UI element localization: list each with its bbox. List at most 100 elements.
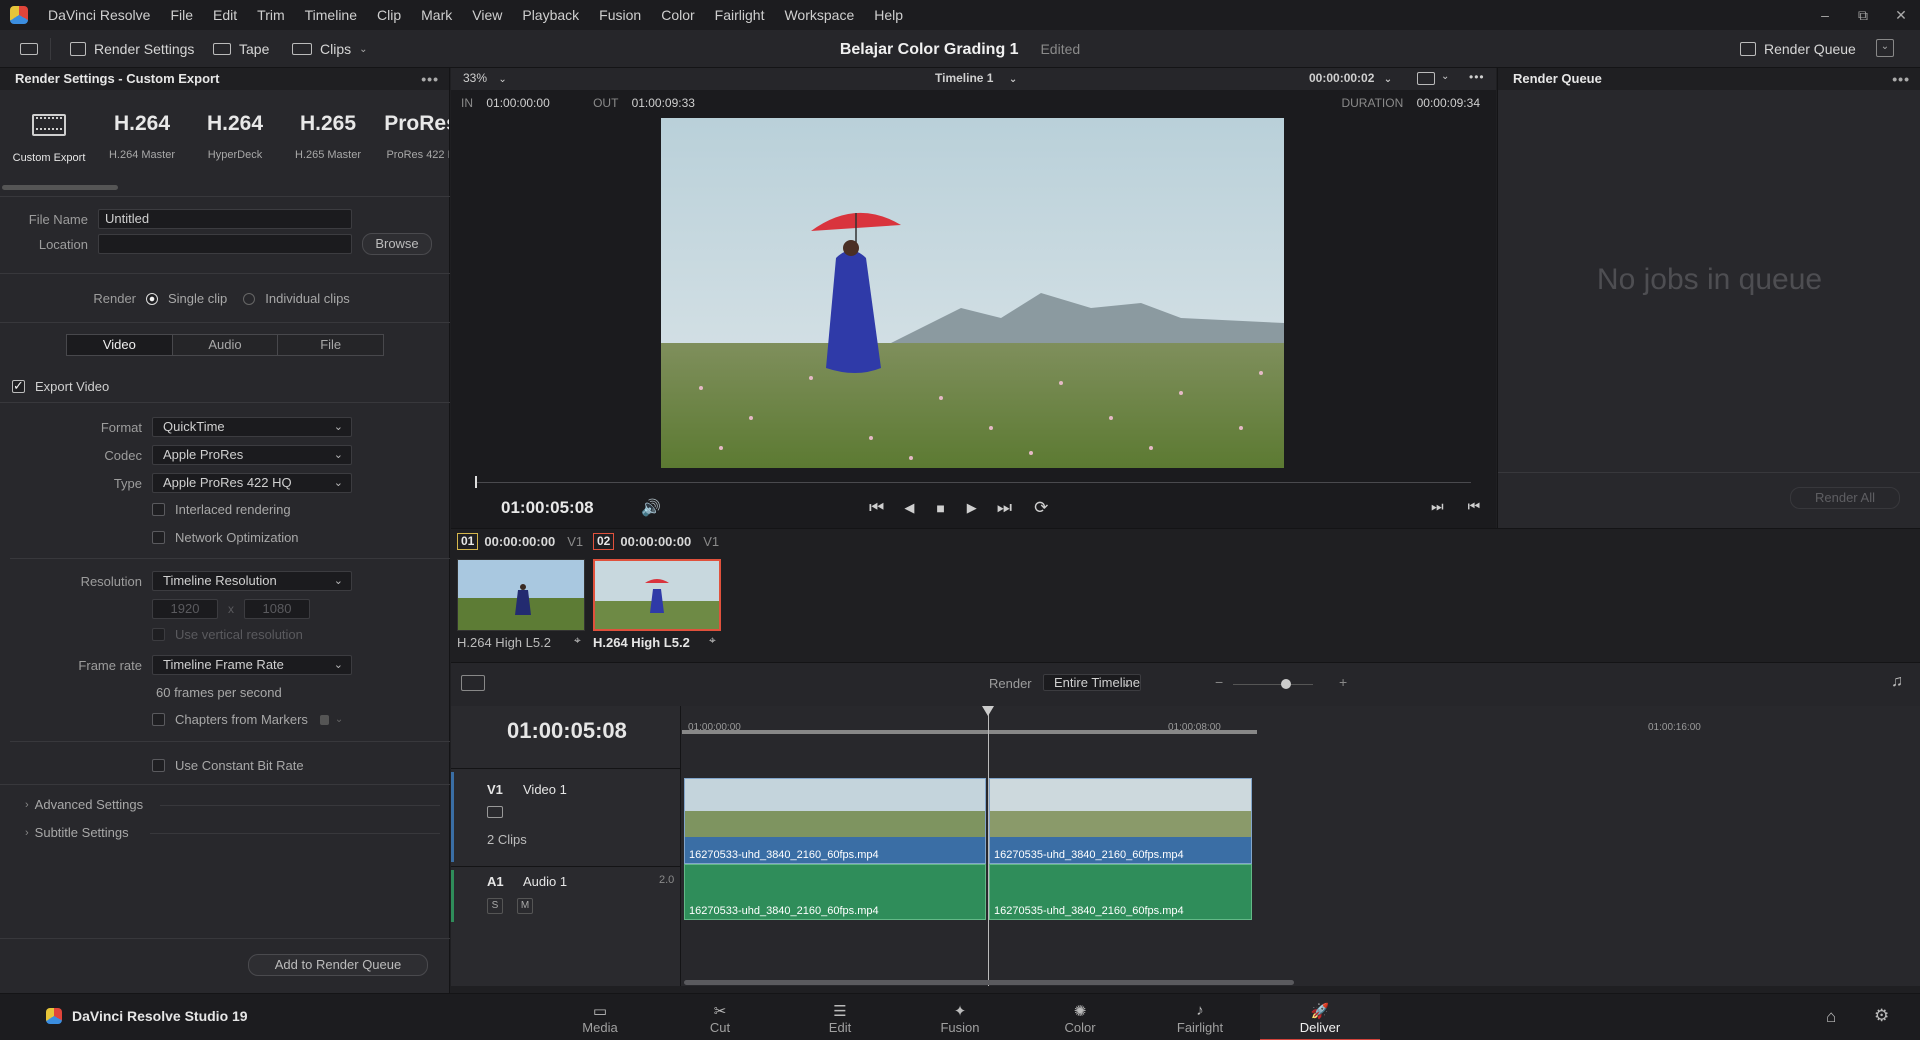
tab-video[interactable]: Video bbox=[67, 335, 173, 355]
preset-h264-master[interactable]: H.264 H.264 Master bbox=[96, 90, 188, 185]
page-fairlight[interactable]: ♪ Fairlight bbox=[1140, 994, 1260, 1040]
add-to-render-queue-button[interactable]: Add to Render Queue bbox=[248, 954, 428, 976]
page-media[interactable]: ▭ Media bbox=[540, 994, 660, 1040]
chevron-down-icon[interactable]: ⌄ bbox=[1441, 71, 1449, 82]
menu-clip[interactable]: Clip bbox=[367, 7, 411, 23]
export-video-checkbox[interactable] bbox=[12, 378, 25, 394]
menu-edit[interactable]: Edit bbox=[203, 7, 247, 23]
zoom-dropdown[interactable]: 33% ⌄ bbox=[463, 71, 507, 85]
scrollbar-thumb[interactable] bbox=[2, 185, 118, 190]
playhead-handle[interactable] bbox=[982, 706, 994, 716]
menu-mark[interactable]: Mark bbox=[411, 7, 462, 23]
preset-custom-export[interactable]: Custom Export bbox=[3, 90, 95, 185]
menu-app[interactable]: DaVinci Resolve bbox=[38, 7, 160, 23]
v1-track-name[interactable]: Video 1 bbox=[523, 782, 567, 797]
tape-button[interactable]: Tape bbox=[213, 30, 269, 68]
network-optimization-checkbox[interactable] bbox=[152, 531, 165, 544]
format-dropdown[interactable]: QuickTime ⌄ bbox=[152, 417, 352, 437]
loop-icon[interactable]: ⟳ bbox=[1034, 498, 1048, 518]
codec-dropdown[interactable]: Apple ProRes ⌄ bbox=[152, 445, 352, 465]
more-options-icon[interactable]: ••• bbox=[1892, 68, 1910, 90]
v1-clip-2[interactable]: 16270535-uhd_3840_2160_60fps.mp4 bbox=[989, 778, 1252, 864]
clips-button[interactable]: Clips ⌄ bbox=[292, 30, 368, 68]
collapse-icon[interactable]: ⌄ bbox=[1876, 39, 1894, 57]
type-dropdown[interactable]: Apple ProRes 422 HQ ⌄ bbox=[152, 473, 352, 493]
playhead[interactable] bbox=[988, 706, 989, 986]
browse-button[interactable]: Browse bbox=[362, 233, 432, 255]
prev-marker-icon[interactable]: ⏮ bbox=[1468, 498, 1481, 515]
menu-help[interactable]: Help bbox=[864, 7, 913, 23]
chapters-checkbox[interactable] bbox=[152, 713, 165, 726]
gear-icon[interactable]: ⚙ bbox=[1874, 1006, 1889, 1026]
zoom-slider-handle[interactable] bbox=[1281, 679, 1291, 689]
page-edit[interactable]: ☰ Edit bbox=[780, 994, 900, 1040]
jump-to-start-icon[interactable]: ⏮ bbox=[869, 498, 884, 518]
v1-clip-1[interactable]: 16270533-uhd_3840_2160_60fps.mp4 bbox=[684, 778, 986, 864]
chevron-down-icon[interactable]: ⌄ bbox=[335, 714, 343, 725]
page-cut[interactable]: ✂ Cut bbox=[660, 994, 780, 1040]
interlaced-checkbox[interactable] bbox=[152, 503, 165, 516]
marker-color-icon[interactable] bbox=[319, 714, 329, 725]
viewer-frame[interactable] bbox=[661, 118, 1284, 468]
preset-prores[interactable]: ProRes ProRes 422 H bbox=[375, 90, 449, 185]
menu-file[interactable]: File bbox=[160, 7, 203, 23]
layout-toggle-icon[interactable] bbox=[20, 30, 38, 68]
menu-trim[interactable]: Trim bbox=[247, 7, 294, 23]
play-icon[interactable]: ▶ bbox=[967, 500, 977, 516]
render-settings-button[interactable]: Render Settings bbox=[70, 30, 194, 68]
single-clip-radio[interactable] bbox=[146, 292, 158, 305]
subtitle-settings-toggle[interactable]: › Subtitle Settings bbox=[25, 825, 129, 840]
preset-hyperdeck[interactable]: H.264 HyperDeck bbox=[189, 90, 281, 185]
next-marker-icon[interactable]: ⏭ bbox=[1431, 498, 1444, 515]
page-color[interactable]: ✺ Color bbox=[1020, 994, 1140, 1040]
menu-fairlight[interactable]: Fairlight bbox=[705, 7, 775, 23]
zoom-in-icon[interactable]: + bbox=[1339, 674, 1347, 690]
frame-rate-dropdown[interactable]: Timeline Frame Rate ⌄ bbox=[152, 655, 352, 675]
home-icon[interactable]: ⌂ bbox=[1826, 1007, 1836, 1027]
resolution-dropdown[interactable]: Timeline Resolution ⌄ bbox=[152, 571, 352, 591]
menu-fusion[interactable]: Fusion bbox=[589, 7, 651, 23]
page-deliver[interactable]: 🚀 Deliver bbox=[1260, 994, 1380, 1040]
clip-1-thumbnail[interactable] bbox=[457, 559, 585, 631]
scrubber-handle[interactable] bbox=[475, 476, 477, 488]
timeline-options-icon[interactable] bbox=[461, 675, 485, 691]
tab-file[interactable]: File bbox=[278, 335, 383, 355]
constant-bitrate-checkbox[interactable] bbox=[152, 759, 165, 772]
zoom-slider[interactable] bbox=[1233, 684, 1313, 685]
more-options-icon[interactable]: ••• bbox=[421, 68, 439, 90]
viewer-timecode[interactable]: 00:00:00:02 ⌄ bbox=[1309, 71, 1392, 85]
close-icon[interactable]: ✕ bbox=[1882, 7, 1920, 24]
more-options-icon[interactable]: ••• bbox=[1469, 70, 1485, 84]
menu-color[interactable]: Color bbox=[651, 7, 704, 23]
minimize-icon[interactable]: – bbox=[1806, 7, 1844, 23]
jump-to-end-icon[interactable]: ⏭ bbox=[997, 498, 1012, 518]
preset-scrollbar[interactable] bbox=[0, 185, 449, 191]
timeline-ruler[interactable]: 01:00:00:00 01:00:08:00 01:00:16:00 bbox=[682, 706, 1920, 734]
render-range-dropdown[interactable]: Entire Timeline ⌄ bbox=[1043, 674, 1141, 691]
location-field[interactable] bbox=[98, 234, 352, 254]
clip-link-icon[interactable]: ⌖ bbox=[574, 633, 581, 648]
a1-clip-1[interactable]: 16270533-uhd_3840_2160_60fps.mp4 bbox=[684, 864, 986, 920]
preset-h265-master[interactable]: H.265 H.265 Master bbox=[282, 90, 374, 185]
viewer-options-icon[interactable] bbox=[1417, 72, 1435, 85]
clip-2-thumbnail[interactable] bbox=[593, 559, 721, 631]
render-queue-toggle[interactable]: Render Queue bbox=[1740, 30, 1856, 68]
render-all-button[interactable]: Render All bbox=[1790, 487, 1900, 509]
volume-icon[interactable]: 🔊 bbox=[641, 498, 661, 518]
zoom-out-icon[interactable]: − bbox=[1215, 674, 1223, 690]
a1-clip-2[interactable]: 16270535-uhd_3840_2160_60fps.mp4 bbox=[989, 864, 1252, 920]
viewer-scrubber[interactable] bbox=[476, 482, 1471, 483]
audio-meter-icon[interactable]: ♫ bbox=[1891, 673, 1903, 691]
file-name-field[interactable]: Untitled bbox=[98, 209, 352, 229]
mute-button[interactable]: M bbox=[517, 898, 533, 914]
clip-link-icon[interactable]: ⌖ bbox=[709, 633, 716, 648]
film-icon[interactable] bbox=[487, 806, 503, 818]
page-fusion[interactable]: ✦ Fusion bbox=[900, 994, 1020, 1040]
menu-workspace[interactable]: Workspace bbox=[774, 7, 864, 23]
menu-view[interactable]: View bbox=[462, 7, 512, 23]
individual-clips-radio[interactable] bbox=[243, 292, 256, 305]
a1-track-name[interactable]: Audio 1 bbox=[523, 874, 567, 889]
timeline-scrollbar[interactable] bbox=[684, 980, 1294, 985]
tab-audio[interactable]: Audio bbox=[173, 335, 279, 355]
solo-button[interactable]: S bbox=[487, 898, 503, 914]
